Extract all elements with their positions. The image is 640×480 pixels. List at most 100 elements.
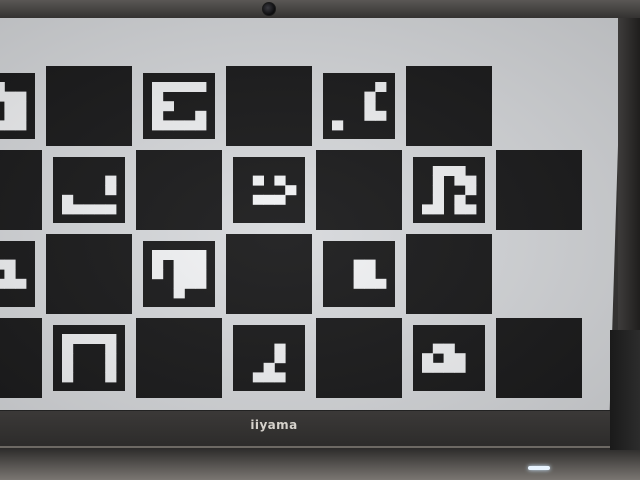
marker-bit (173, 288, 185, 299)
marker-bit (263, 362, 275, 373)
marker-bit (62, 343, 74, 354)
marker-bit (105, 362, 117, 373)
marker-bit (454, 204, 466, 215)
marker-bit (465, 175, 477, 186)
marker-bit (364, 269, 376, 280)
marker-bit (443, 343, 455, 354)
board-square (136, 150, 222, 230)
marker-bit (195, 120, 207, 131)
marker-bit (62, 194, 74, 205)
board-square (0, 318, 42, 398)
board-square (226, 234, 312, 314)
marker-bit (4, 269, 16, 280)
board-square (406, 66, 492, 146)
board-square (496, 150, 582, 230)
marker-bit (364, 101, 376, 112)
marker-bit (195, 110, 207, 121)
marker-bit (105, 175, 117, 186)
marker-bit (184, 120, 196, 131)
brand-logo: iiyama (250, 418, 298, 432)
marker-bit (443, 353, 455, 364)
power-led-icon (528, 466, 550, 470)
marker-bit (184, 259, 196, 270)
charuco-board (0, 66, 582, 398)
marker-bit (422, 204, 434, 215)
marker-bit (364, 110, 376, 121)
marker-bit (173, 269, 185, 280)
marker-bit (443, 362, 455, 373)
marker-bit (62, 362, 74, 373)
marker-bit (94, 334, 106, 344)
marker-bit (454, 175, 466, 186)
marker-bit (332, 120, 344, 131)
marker-bit (195, 269, 207, 280)
marker-bit (375, 110, 387, 121)
marker-bit (422, 362, 434, 373)
marker-bit (152, 101, 164, 112)
marker-bit (4, 278, 16, 289)
marker-bit (252, 372, 264, 383)
marker-bit (62, 353, 74, 364)
marker-bit (195, 250, 207, 260)
monitor-photo: iiyama (0, 0, 640, 480)
aruco-marker (413, 325, 485, 391)
background-object (610, 330, 640, 450)
marker-bit (152, 110, 164, 121)
marker-bit (152, 82, 164, 92)
marker-bit (432, 194, 444, 205)
marker-bit (432, 175, 444, 186)
aruco-marker (233, 157, 305, 223)
marker-bit (15, 110, 27, 121)
marker-bit (252, 175, 264, 186)
marker-bit (274, 175, 286, 186)
marker-bit (364, 278, 376, 289)
board-square (46, 66, 132, 146)
marker-bit (173, 259, 185, 270)
marker-bit (15, 278, 27, 289)
marker-bit (62, 204, 74, 215)
marker-bit (274, 372, 286, 383)
marker-bit (173, 120, 185, 131)
marker-bit (285, 185, 297, 196)
marker-bit (465, 185, 477, 196)
marker-bit (62, 334, 74, 344)
marker-bit (4, 110, 16, 121)
aruco-marker (143, 241, 215, 307)
aruco-marker (143, 73, 215, 139)
marker-bit (4, 120, 16, 131)
marker-bit (0, 259, 5, 270)
marker-bit (263, 372, 275, 383)
marker-bit (15, 91, 27, 102)
marker-bit (364, 91, 376, 102)
board-square (46, 234, 132, 314)
marker-bit (162, 120, 174, 131)
marker-bit (252, 194, 264, 205)
marker-bit (195, 278, 207, 289)
marker-bit (184, 278, 196, 289)
marker-bit (0, 82, 5, 92)
marker-bit (353, 269, 365, 280)
marker-bit (454, 353, 466, 364)
marker-bit (353, 259, 365, 270)
marker-bit (353, 278, 365, 289)
marker-bit (422, 353, 434, 364)
marker-bit (94, 204, 106, 215)
marker-bit (465, 204, 477, 215)
marker-bit (15, 101, 27, 112)
marker-bit (162, 82, 174, 92)
board-square (316, 150, 402, 230)
marker-bit (152, 120, 164, 131)
marker-bit (173, 82, 185, 92)
board-square (226, 66, 312, 146)
marker-bit (105, 204, 117, 215)
webcam-icon (262, 2, 276, 16)
marker-bit (105, 372, 117, 383)
marker-bit (152, 269, 164, 280)
board-square (316, 318, 402, 398)
marker-bit (62, 372, 74, 383)
marker-bit (364, 259, 376, 270)
marker-bit (83, 204, 95, 215)
marker-bit (152, 91, 164, 102)
board-square (496, 318, 582, 398)
aruco-marker (233, 325, 305, 391)
